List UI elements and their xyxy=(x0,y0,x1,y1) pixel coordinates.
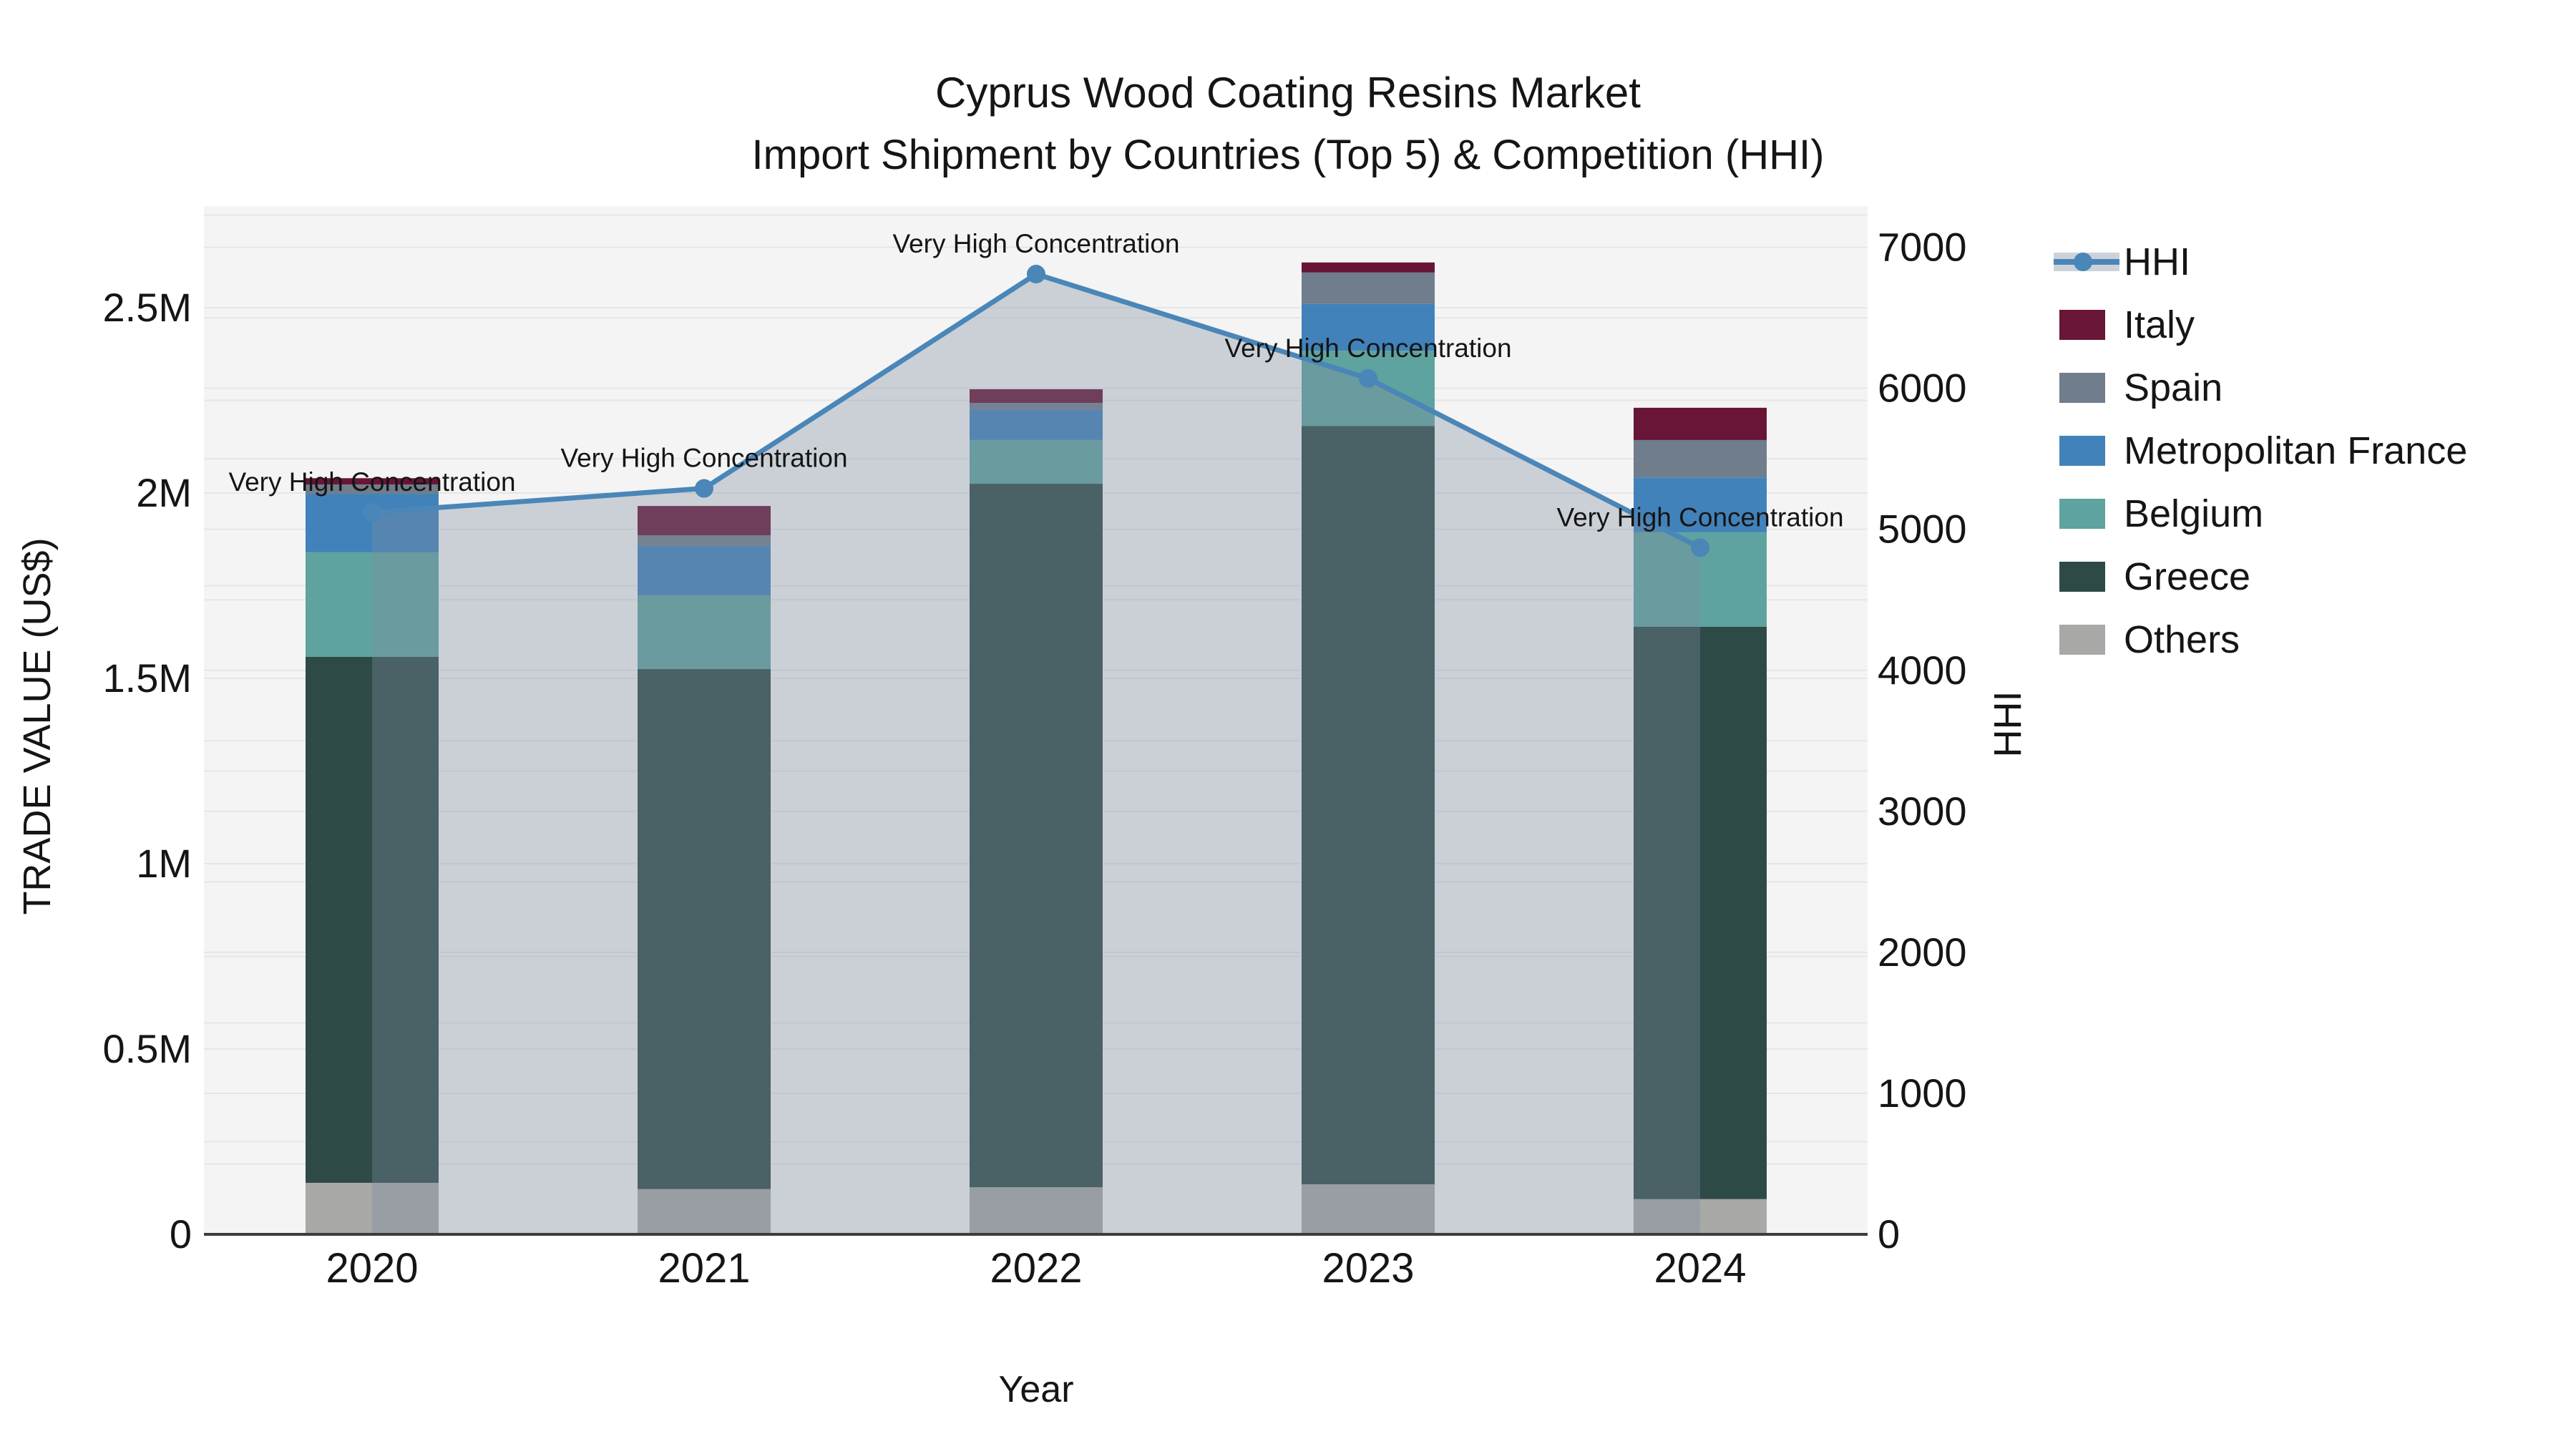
hhi-marker-2024 xyxy=(1691,538,1709,557)
legend-swatch-spain xyxy=(2059,373,2105,403)
legend-label-hhi: HHI xyxy=(2124,240,2190,283)
hhi-marker-2023 xyxy=(1359,369,1377,388)
bar-segment-italy-2024 xyxy=(1634,407,1767,440)
legend-item-greece: Greece xyxy=(2054,545,2467,608)
y-right-tick-label: 5000 xyxy=(1878,507,1967,552)
x-tick-label: 2023 xyxy=(1322,1245,1414,1292)
legend-label-belgium: Belgium xyxy=(2124,492,2264,535)
legend-label-others: Others xyxy=(2124,618,2240,661)
hhi-legend-marker-icon xyxy=(2074,253,2092,271)
x-axis-title: Year xyxy=(998,1369,1074,1410)
figure: { "title": { "line1": "Cyprus Wood Coati… xyxy=(0,0,2576,1449)
y-left-tick-label: 0 xyxy=(170,1211,192,1257)
hhi-marker-2022 xyxy=(1027,265,1045,284)
y-right-tick-label: 4000 xyxy=(1878,648,1967,693)
chart-title-line2: Import Shipment by Countries (Top 5) & C… xyxy=(751,132,1825,178)
bar-segment-spain-2024 xyxy=(1634,439,1767,478)
legend-item-hhi: HHI xyxy=(2054,230,2467,293)
y-left-tick-label: 2M xyxy=(136,470,192,515)
chart-canvas: 0 0.5M 1M 1.5M 2M 2.5M 0 1000 2000 3000 4000 5000 60… xyxy=(103,206,1967,1292)
y-right-tick-label: 1000 xyxy=(1878,1070,1967,1116)
y-left-tick-label: 1.5M xyxy=(103,655,192,701)
y-axis-title-left: TRADE VALUE (US$) xyxy=(16,537,59,915)
legend-item-belgium: Belgium xyxy=(2054,482,2467,545)
annotation-label: Very High Concentration xyxy=(1556,502,1843,532)
legend-label-spain: Spain xyxy=(2124,366,2223,409)
legend-swatch-italy xyxy=(2059,310,2105,340)
x-tick-label: 2024 xyxy=(1654,1245,1746,1292)
y-left-tick-label: 0.5M xyxy=(103,1026,192,1071)
y-left-tick-label: 2.5M xyxy=(103,285,192,330)
y-left-tick-label: 1M xyxy=(136,841,192,886)
bar-segment-spain-2023 xyxy=(1302,272,1435,304)
annotation-label: Very High Concentration xyxy=(560,444,847,473)
x-tick-label: 2021 xyxy=(658,1245,750,1292)
legend-swatch-others xyxy=(2059,625,2105,655)
y-right-tick-label: 0 xyxy=(1878,1211,1900,1257)
y-right-tick-label: 2000 xyxy=(1878,930,1967,975)
annotation-label: Very High Concentration xyxy=(1224,333,1511,363)
y-axis-title-right: HHI xyxy=(1986,691,2029,758)
hhi-legend-sample xyxy=(2054,240,2119,283)
hhi-marker-2020 xyxy=(363,503,381,522)
legend-label-metropolitan-france: Metropolitan France xyxy=(2124,429,2468,472)
annotation-label: Very High Concentration xyxy=(228,467,515,497)
x-tick-label: 2020 xyxy=(326,1245,418,1292)
legend-label-italy: Italy xyxy=(2124,303,2195,346)
y-right-tick-label: 6000 xyxy=(1878,366,1967,411)
legend-item-spain: Spain xyxy=(2054,356,2467,419)
bar-segment-italy-2023 xyxy=(1302,262,1435,273)
hhi-marker-2021 xyxy=(695,479,713,498)
legend-item-metropolitan-france: Metropolitan France xyxy=(2054,419,2467,482)
legend: HHI Italy Spain Metropolitan France Belg… xyxy=(2054,230,2467,671)
y-right-tick-label: 3000 xyxy=(1878,789,1967,834)
legend-swatch-metropolitan-france xyxy=(2059,436,2105,466)
legend-swatch-greece xyxy=(2059,562,2105,592)
legend-label-greece: Greece xyxy=(2124,555,2251,598)
legend-item-others: Others xyxy=(2054,608,2467,671)
x-tick-label: 2022 xyxy=(990,1245,1082,1292)
legend-item-italy: Italy xyxy=(2054,293,2467,356)
annotation-label: Very High Concentration xyxy=(892,229,1179,258)
y-right-tick-label: 7000 xyxy=(1878,225,1967,270)
legend-swatch-belgium xyxy=(2059,499,2105,529)
chart-title-line1: Cyprus Wood Coating Resins Market xyxy=(935,69,1641,117)
